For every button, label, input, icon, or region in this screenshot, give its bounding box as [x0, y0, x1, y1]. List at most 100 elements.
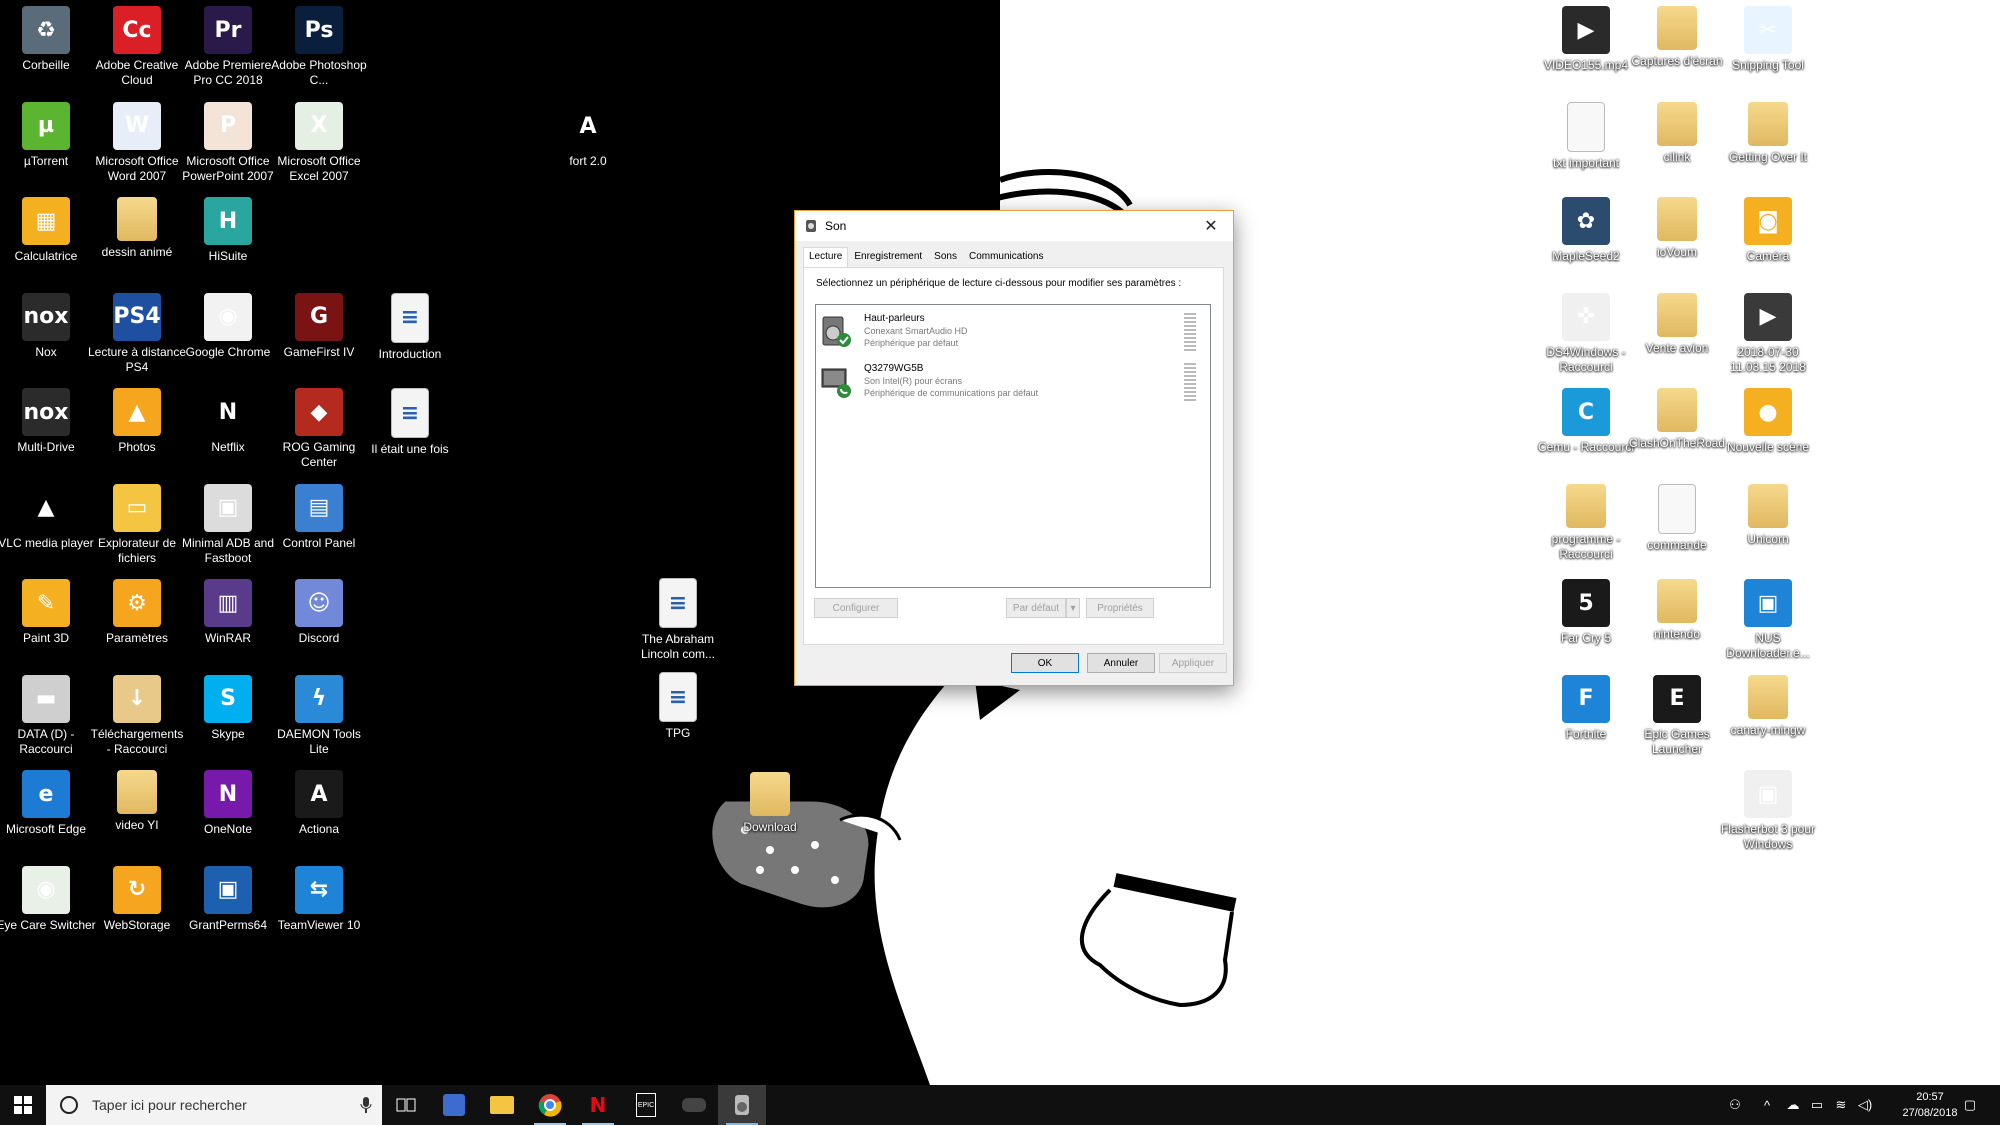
tab-sons[interactable]: Sons — [928, 247, 963, 269]
desktop-icon[interactable]: ϟ DAEMON Tools Lite — [273, 674, 365, 757]
desktop-icon[interactable]: G GameFirst IV — [273, 292, 365, 360]
desktop-icon[interactable]: ♻ Corbeille — [0, 6, 92, 73]
desktop-icon[interactable]: µ µTorrent — [0, 101, 92, 169]
dialog-titlebar[interactable]: Son ✕ — [795, 211, 1233, 241]
desktop-icon[interactable]: W Microsoft Office Word 2007 — [91, 101, 183, 184]
taskbar-chrome[interactable] — [526, 1085, 574, 1125]
desktop-icon[interactable]: ↻ WebStorage — [91, 865, 183, 933]
desktop-icon[interactable]: Getting Over It — [1722, 101, 1814, 165]
desktop-icon[interactable]: e Microsoft Edge — [0, 770, 92, 837]
desktop-icon[interactable]: ClashOnTheRoad — [1629, 388, 1725, 451]
desktop-icon[interactable]: nintendo — [1631, 579, 1723, 642]
desktop-icon[interactable]: commande — [1631, 483, 1723, 553]
desktop-icon[interactable]: txt important — [1540, 101, 1632, 171]
desktop-icon[interactable]: Download — [724, 772, 816, 835]
desktop-icon[interactable]: ◉ Google Chrome — [182, 292, 274, 360]
desktop-icon[interactable]: cilink — [1631, 101, 1723, 165]
desktop-icon[interactable]: PS4 Lecture à distance PS4 — [88, 292, 186, 375]
desktop-icon[interactable]: ▲ VLC media player — [0, 483, 94, 551]
desktop-icon[interactable]: dessin animé — [91, 197, 183, 260]
network-tray[interactable]: ≋ — [1829, 1085, 1853, 1125]
desktop-icon[interactable]: ≡ Introduction — [364, 292, 456, 362]
desktop-icon[interactable]: ≡ TPG — [632, 672, 724, 741]
desktop-icon[interactable]: ✿ MapleSeed2 — [1540, 197, 1632, 264]
desktop-icon[interactable]: nox Multi-Drive — [0, 388, 92, 455]
desktop-icon[interactable]: canary-mingw — [1722, 674, 1814, 738]
desktop-icon[interactable]: H HiSuite — [182, 197, 274, 264]
configure-button[interactable]: Configurer — [814, 598, 898, 618]
desktop-icon[interactable]: C Cemu - Raccourci — [1538, 388, 1634, 455]
taskbar-netflix[interactable]: N — [574, 1085, 622, 1125]
desktop-icon[interactable]: X Microsoft Office Excel 2007 — [273, 101, 365, 184]
desktop-icon[interactable]: 5 Far Cry 5 — [1540, 579, 1632, 646]
taskbar-epic-games[interactable]: EPIC — [622, 1085, 670, 1125]
desktop-icon[interactable]: A Actiona — [273, 770, 365, 837]
desktop-icon[interactable]: ⇆ TeamViewer 10 — [273, 865, 365, 933]
desktop-icon[interactable]: ≡ Il était une fois — [364, 388, 456, 457]
device-list[interactable]: Haut-parleurs Conexant SmartAudio HD Pér… — [815, 304, 1211, 588]
notification-center-button[interactable]: ▢ — [1958, 1085, 1982, 1125]
desktop-icon[interactable]: ioVoum — [1631, 197, 1723, 260]
desktop-icon[interactable]: ▭ Explorateur de fichiers — [91, 483, 183, 566]
desktop-icon[interactable]: Ps Adobe Photoshop C... — [271, 6, 367, 88]
tab-enregistrement[interactable]: Enregistrement — [848, 247, 928, 269]
desktop-icon[interactable]: ▶ VIDEO155.mp4 — [1540, 6, 1632, 73]
desktop-icon[interactable]: ▲ Photos — [91, 388, 183, 455]
people-button[interactable]: ⚇ — [1720, 1085, 1750, 1125]
task-view-button[interactable] — [382, 1085, 430, 1125]
desktop-icon[interactable]: Cc Adobe Creative Cloud — [91, 6, 183, 88]
desktop-icon[interactable]: P Microsoft Office PowerPoint 2007 — [182, 101, 274, 184]
taskbar-ds4-controller[interactable] — [670, 1085, 718, 1125]
desktop-icon[interactable]: ◙ Caméra — [1722, 197, 1814, 264]
desktop-icon[interactable]: nox Nox — [0, 292, 92, 360]
desktop-icon[interactable]: ▤ Control Panel — [273, 483, 365, 551]
desktop-icon[interactable]: S Skype — [182, 674, 274, 742]
desktop-icon[interactable]: ▣ Flasherbot 3 pour Windows — [1721, 770, 1815, 852]
ok-button[interactable]: OK — [1011, 653, 1079, 673]
desktop-icon[interactable]: ▣ NUS Downloader.e... — [1722, 579, 1814, 661]
desktop-icon[interactable]: ✂ Snipping Tool — [1722, 6, 1814, 73]
desktop-icon[interactable]: N Netflix — [182, 388, 274, 455]
desktop-icon[interactable]: F Fortnite — [1540, 674, 1632, 742]
desktop-icon[interactable]: Afort 2.0 — [542, 102, 634, 169]
set-default-button[interactable]: Par défaut — [1006, 598, 1066, 618]
desktop-icon[interactable]: ▶ 2018-07-30 11.03.15 2018 — [1722, 292, 1814, 375]
desktop-icon[interactable]: Vente avion — [1631, 292, 1723, 356]
properties-button[interactable]: Propriétés — [1086, 598, 1154, 618]
cancel-button[interactable]: Annuler — [1087, 653, 1155, 673]
taskbar-file-explorer[interactable] — [478, 1085, 526, 1125]
desktop-icon[interactable]: ◆ ROG Gaming Center — [273, 388, 365, 470]
desktop-icon[interactable]: ⚙ Paramètres — [91, 579, 183, 646]
desktop-icon[interactable]: Pr Adobe Premiere Pro CC 2018 — [182, 6, 274, 88]
search-box[interactable]: Taper ici pour rechercher — [46, 1085, 382, 1125]
desktop-icon[interactable]: ✜ DS4Windows - Raccourci — [1540, 292, 1632, 375]
battery-tray[interactable]: ▭ — [1805, 1085, 1829, 1125]
taskbar-sound[interactable] — [718, 1085, 766, 1125]
desktop-icon[interactable]: ▥ WinRAR — [182, 579, 274, 646]
desktop-icon[interactable]: N OneNote — [182, 770, 274, 837]
desktop-icon[interactable]: ▦ Calculatrice — [0, 197, 92, 264]
volume-tray[interactable]: ◁) — [1853, 1085, 1877, 1125]
device-item-monitor[interactable]: Q3279WG5B Son Intel(R) pour écrans Périp… — [820, 359, 1204, 405]
desktop-icon[interactable]: video YI — [91, 770, 183, 833]
desktop-icon[interactable]: ↓ Téléchargements - Raccourci — [91, 674, 183, 757]
desktop-icon[interactable]: Captures d'écran — [1631, 6, 1723, 69]
desktop-icon[interactable]: programme - Raccourci — [1540, 483, 1632, 562]
tab-lecture[interactable]: Lecture — [803, 247, 849, 269]
desktop-icon[interactable]: ◉ Eye Care Switcher — [0, 865, 96, 933]
desktop-icon[interactable]: ☺ Discord — [273, 579, 365, 646]
desktop-icon[interactable]: E Epic Games Launcher — [1631, 674, 1723, 757]
desktop-icon[interactable]: ≡ The Abraham Lincoln com... — [632, 578, 724, 662]
show-hidden-icons-button[interactable]: ^ — [1755, 1085, 1779, 1125]
desktop-icon[interactable]: ▣ GrantPerms64 — [182, 865, 274, 933]
start-button[interactable] — [0, 1085, 46, 1125]
desktop-icon[interactable]: ▣ Minimal ADB and Fastboot — [182, 483, 274, 566]
close-button[interactable]: ✕ — [1189, 211, 1233, 241]
taskbar-ds4windows[interactable] — [430, 1085, 478, 1125]
desktop-icon[interactable]: Unicorn — [1722, 483, 1814, 547]
desktop-icon[interactable]: ▬ DATA (D) - Raccourci — [0, 674, 92, 757]
device-item-speakers[interactable]: Haut-parleurs Conexant SmartAudio HD Pér… — [820, 309, 1204, 355]
set-default-dropdown[interactable]: ▾ — [1066, 598, 1080, 618]
microphone-icon[interactable] — [360, 1096, 372, 1114]
tab-communications[interactable]: Communications — [963, 247, 1049, 269]
